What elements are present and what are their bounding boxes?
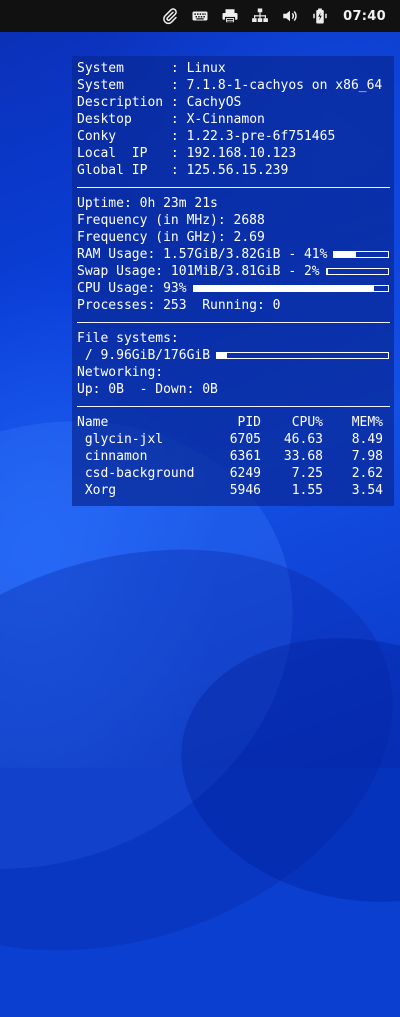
process-pid: 6705 bbox=[229, 432, 261, 447]
filesystems-label: File systems: bbox=[77, 331, 179, 346]
process-row: glycin-jxl 6705 46.63 8.49 bbox=[77, 431, 390, 448]
info-value: CachyOS bbox=[186, 95, 242, 110]
column-pid-header: PID bbox=[237, 415, 261, 430]
process-mem: 2.62 bbox=[351, 466, 383, 481]
system-info-row: Conky : 1.22.3-pre-6f751465 bbox=[77, 128, 390, 145]
ram-usage-bar bbox=[333, 251, 389, 258]
process-pid: 5946 bbox=[229, 483, 261, 498]
conky-system-monitor: System : Linux System : 7.1.8-1-cachyos o… bbox=[72, 56, 394, 506]
column-mem-header: MEM% bbox=[351, 415, 383, 430]
cpu-usage-row: CPU Usage: 93% bbox=[77, 280, 390, 297]
info-value: X-Cinnamon bbox=[186, 112, 265, 127]
column-name-header: Name bbox=[77, 415, 109, 430]
system-info-row: Description : CachyOS bbox=[77, 94, 390, 111]
root-fs-text: / 9.96GiB/176GiB bbox=[77, 348, 211, 363]
top-panel: 07:40 bbox=[0, 0, 400, 32]
process-table-body: glycin-jxl 6705 46.63 8.49 cinnamon 6361 33.6… bbox=[77, 431, 390, 499]
section-divider bbox=[77, 322, 390, 323]
process-cpu: 46.63 bbox=[283, 432, 323, 447]
info-separator: : bbox=[163, 112, 187, 127]
process-name: glycin-jxl bbox=[77, 432, 164, 447]
network-icon[interactable] bbox=[249, 5, 271, 27]
process-cpu: 1.55 bbox=[291, 483, 323, 498]
system-info-row: Global IP : 125.56.15.239 bbox=[77, 162, 390, 179]
info-label: System bbox=[77, 78, 164, 93]
cpu-usage-text: CPU Usage: 93% bbox=[77, 281, 187, 296]
processes-count-text: Processes: 253 Running: 0 bbox=[77, 298, 281, 313]
info-label: Conky bbox=[77, 129, 164, 144]
uptime-text: Uptime: 0h 23m 21s bbox=[77, 196, 218, 211]
process-row: cinnamon 6361 33.68 7.98 bbox=[77, 448, 390, 465]
volume-icon[interactable] bbox=[279, 5, 301, 27]
info-separator: : bbox=[163, 163, 187, 178]
info-label: Description bbox=[77, 95, 164, 110]
frequency-ghz-text: Frequency (in GHz): 2.69 bbox=[77, 230, 265, 245]
process-cpu: 7.25 bbox=[291, 466, 323, 481]
system-info-row: Desktop : X-Cinnamon bbox=[77, 111, 390, 128]
swap-usage-bar-fill bbox=[326, 269, 328, 274]
info-value: 125.56.15.239 bbox=[186, 163, 289, 178]
swap-usage-text: Swap Usage: 101MiB/3.81GiB - 2% bbox=[77, 264, 320, 279]
frequency-mhz-text: Frequency (in MHz): 2688 bbox=[77, 213, 265, 228]
root-fs-bar-fill bbox=[217, 353, 228, 358]
networking-label: Networking: bbox=[77, 365, 164, 380]
info-value: 1.22.3-pre-6f751465 bbox=[186, 129, 336, 144]
column-cpu-header: CPU% bbox=[291, 415, 323, 430]
info-label: Global IP bbox=[77, 163, 164, 178]
process-pid: 6361 bbox=[229, 449, 261, 464]
process-row: csd-background 6249 7.25 2.62 bbox=[77, 465, 390, 482]
ram-usage-bar-fill bbox=[334, 252, 357, 257]
network-traffic-text: Up: 0B - Down: 0B bbox=[77, 382, 218, 397]
info-separator: : bbox=[163, 129, 187, 144]
process-table-header: Name PID CPU% MEM% bbox=[77, 414, 390, 431]
keyboard-icon[interactable] bbox=[189, 5, 211, 27]
swap-usage-bar bbox=[325, 268, 389, 275]
info-value: 192.168.10.123 bbox=[186, 146, 297, 161]
system-info-row: Local IP : 192.168.10.123 bbox=[77, 145, 390, 162]
info-separator: : bbox=[163, 95, 187, 110]
ram-usage-text: RAM Usage: 1.57GiB/3.82GiB - 41% bbox=[77, 247, 328, 262]
process-pid: 6249 bbox=[229, 466, 261, 481]
ram-usage-row: RAM Usage: 1.57GiB/3.82GiB - 41% bbox=[77, 246, 390, 263]
paperclip-icon[interactable] bbox=[159, 5, 181, 27]
cpu-usage-bar bbox=[192, 285, 389, 292]
cpu-usage-bar-fill bbox=[193, 286, 375, 291]
process-mem: 8.49 bbox=[351, 432, 383, 447]
printer-icon[interactable] bbox=[219, 5, 241, 27]
info-label: Desktop bbox=[77, 112, 164, 127]
process-mem: 7.98 bbox=[351, 449, 383, 464]
process-row: Xorg 5946 1.55 3.54 bbox=[77, 482, 390, 499]
info-label: Local IP bbox=[77, 146, 164, 161]
process-name: csd-background bbox=[77, 466, 195, 481]
root-fs-bar bbox=[216, 352, 389, 359]
system-info-row: System : Linux bbox=[77, 60, 390, 77]
section-divider bbox=[77, 406, 390, 407]
battery-icon[interactable] bbox=[309, 5, 331, 27]
info-separator: : bbox=[163, 146, 187, 161]
root-fs-row: / 9.96GiB/176GiB bbox=[77, 347, 390, 364]
info-label: System bbox=[77, 61, 164, 76]
system-info-row: System : 7.1.8-1-cachyos on x86_64 bbox=[77, 77, 390, 94]
panel-clock[interactable]: 07:40 bbox=[343, 9, 386, 24]
section-divider bbox=[77, 187, 390, 188]
process-name: Xorg bbox=[77, 483, 117, 498]
info-value: 7.1.8-1-cachyos on x86_64 bbox=[186, 78, 383, 93]
swap-usage-row: Swap Usage: 101MiB/3.81GiB - 2% bbox=[77, 263, 390, 280]
process-name: cinnamon bbox=[77, 449, 148, 464]
info-separator: : bbox=[163, 61, 187, 76]
process-mem: 3.54 bbox=[351, 483, 383, 498]
system-info-section: System : Linux System : 7.1.8-1-cachyos o… bbox=[77, 60, 390, 179]
info-value: Linux bbox=[186, 61, 226, 76]
process-cpu: 33.68 bbox=[283, 449, 323, 464]
info-separator: : bbox=[163, 78, 187, 93]
